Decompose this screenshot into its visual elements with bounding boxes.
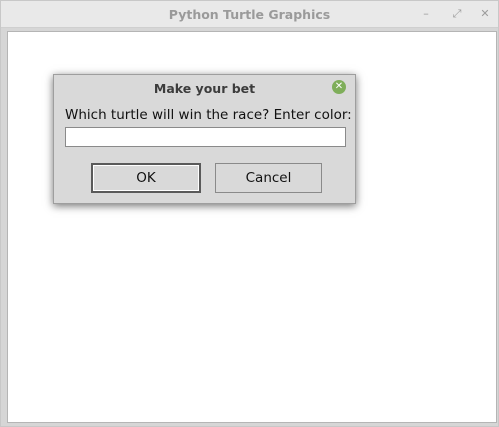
turtle-window: Python Turtle Graphics – ⤢ ✕ Make your b… [0, 0, 499, 427]
minimize-icon[interactable]: – [418, 6, 434, 22]
color-input[interactable] [65, 127, 346, 147]
bet-dialog: Make your bet ✕ Which turtle will win th… [53, 74, 356, 204]
maximize-icon[interactable]: ⤢ [449, 6, 465, 22]
dialog-title: Make your bet [153, 81, 256, 96]
ok-button[interactable]: OK [91, 163, 201, 193]
dialog-close-icon[interactable]: ✕ [332, 80, 346, 94]
dialog-prompt: Which turtle will win the race? Enter co… [65, 107, 352, 123]
close-icon[interactable]: ✕ [477, 6, 493, 22]
cancel-button[interactable]: Cancel [215, 163, 322, 193]
window-titlebar[interactable]: Python Turtle Graphics – ⤢ ✕ [1, 1, 498, 28]
